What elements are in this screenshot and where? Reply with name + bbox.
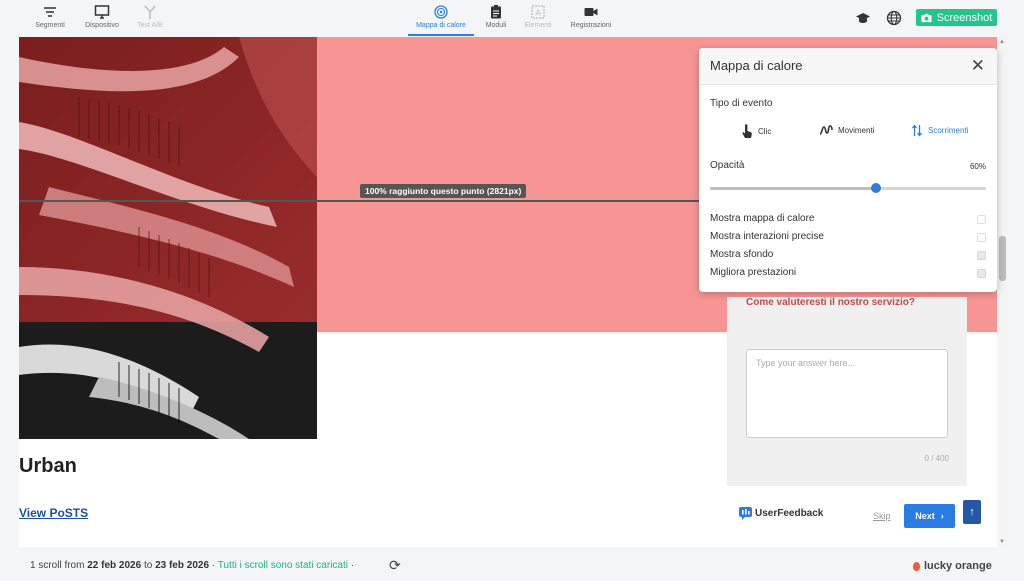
separator: · <box>350 560 355 571</box>
next-button[interactable]: Next › <box>904 504 955 528</box>
scrollbar-thumb[interactable] <box>999 236 1006 281</box>
interazioni-precise-checkbox[interactable] <box>977 233 986 242</box>
top-toolbar: Segmenti Dispositivo Test A/B Mappa di c… <box>0 0 1024 36</box>
opacity-slider-fill <box>710 187 876 190</box>
scroll-up-arrow-icon[interactable]: ▲ <box>999 39 1005 45</box>
date-to: 23 feb 2026 <box>155 560 210 571</box>
preview-scrollbar[interactable]: ▲ ▼ <box>997 37 1008 547</box>
screenshot-button[interactable]: Screenshot <box>916 9 997 26</box>
tool-segmenti[interactable]: Segmenti <box>30 0 70 36</box>
character-counter: 0 / 400 <box>924 454 949 463</box>
clipboard-icon <box>491 5 501 19</box>
opacity-label: Opacità <box>710 160 745 171</box>
graduation-cap-icon[interactable] <box>855 10 871 26</box>
separator: · <box>211 560 216 571</box>
load-status: Tutti i scroll sono stati caricati <box>217 560 348 571</box>
to-word: to <box>143 560 153 571</box>
split-icon <box>144 5 156 19</box>
panel-title: Mappa di calore <box>710 58 803 73</box>
opacity-slider-handle[interactable] <box>870 183 881 193</box>
userfeedback-brand: UserFeedback <box>755 508 824 519</box>
globe-icon[interactable] <box>886 10 902 26</box>
survey-footer: UserFeedback Skip Next › <box>727 486 967 547</box>
svg-text:A: A <box>535 9 541 18</box>
scroll-to-top-button[interactable]: ↑ <box>963 500 981 524</box>
lucky-orange-brand: lucky orange <box>924 560 992 572</box>
event-option-clic[interactable]: Clic <box>741 124 771 139</box>
userfeedback-icon <box>739 507 752 520</box>
element-icon: A <box>531 5 545 19</box>
tool-label: Moduli <box>485 22 507 29</box>
tool-label: Registrazioni <box>570 22 612 29</box>
skip-button[interactable]: Skip <box>873 511 891 521</box>
monitor-icon <box>94 5 110 19</box>
option-mostra-sfondo: Mostra sfondo <box>710 249 774 260</box>
heatmap-icon <box>434 5 448 19</box>
survey-question: Come valuteresti il nostro servizio? <box>746 297 915 308</box>
camera-icon <box>584 8 598 16</box>
opacity-slider[interactable] <box>710 183 986 193</box>
tool-dispositivo[interactable]: Dispositivo <box>80 0 124 36</box>
option-mostra-mappa: Mostra mappa di calore <box>710 213 815 224</box>
event-type-label: Tipo di evento <box>710 98 773 109</box>
tool-label: Segmenti <box>35 22 65 29</box>
next-label: Next <box>915 511 935 521</box>
event-label: Scorrimenti <box>928 126 969 135</box>
arrow-up-icon: ↑ <box>969 506 975 518</box>
tool-mappa-di-calore[interactable]: Mappa di calore <box>408 0 474 36</box>
camera-icon <box>921 13 932 22</box>
tool-label: Test A/B <box>137 22 163 29</box>
screenshot-label: Screenshot <box>936 11 993 24</box>
event-label: Clic <box>758 127 772 136</box>
heatmap-settings-panel: Mappa di calore ✕ Tipo di evento Clic Mo… <box>699 48 997 292</box>
orange-icon <box>913 561 920 571</box>
event-option-movimenti[interactable]: Movimenti <box>819 124 874 136</box>
tool-label: Mappa di calore <box>416 22 466 29</box>
lucky-orange-logo: lucky orange <box>913 560 992 572</box>
opacity-value: 60% <box>969 162 986 171</box>
tool-test-ab[interactable]: Test A/B <box>134 0 166 36</box>
filter-icon <box>44 7 56 17</box>
scroll-down-arrow-icon[interactable]: ▼ <box>999 539 1005 545</box>
tool-label: Dispositivo <box>85 22 119 29</box>
migliora-prestazioni-checkbox[interactable] <box>977 269 986 278</box>
option-migliora-prestazioni: Migliora prestazioni <box>710 267 797 278</box>
tap-icon <box>742 124 752 138</box>
tool-elementi[interactable]: A Elementi <box>520 0 556 36</box>
mostra-sfondo-checkbox[interactable] <box>977 251 986 260</box>
feedback-widget: Come valuteresti il nostro servizio? Typ… <box>727 297 967 547</box>
scroll-summary: 1 scroll from 22 feb 2026 to 23 feb 2026… <box>30 560 354 571</box>
section-heading: Urban <box>19 455 77 477</box>
squiggle-icon <box>819 125 833 135</box>
event-option-scorrimenti[interactable]: Scorrimenti <box>911 124 968 137</box>
scroll-arrows-icon <box>911 124 923 137</box>
tool-moduli[interactable]: Moduli <box>482 0 510 36</box>
refresh-icon[interactable]: ⟳ <box>389 557 401 574</box>
tool-label: Elementi <box>524 22 552 29</box>
option-interazioni-precise: Mostra interazioni precise <box>710 231 824 242</box>
scroll-count: 1 scroll from <box>30 560 85 571</box>
mostra-mappa-checkbox[interactable] <box>977 215 986 224</box>
date-from: 22 feb 2026 <box>87 560 142 571</box>
status-bar: 1 scroll from 22 feb 2026 to 23 feb 2026… <box>0 551 1024 581</box>
panel-header: Mappa di calore ✕ <box>699 48 997 85</box>
chevron-right-icon: › <box>940 511 944 521</box>
tool-registrazioni[interactable]: Registrazioni <box>566 0 616 36</box>
scroll-depth-label: 100% raggiunto questo punto (2821px) <box>360 184 527 198</box>
staircase-photo <box>19 37 317 439</box>
close-icon[interactable]: ✕ <box>971 56 985 76</box>
event-label: Movimenti <box>838 125 875 135</box>
userfeedback-logo: UserFeedback <box>739 507 823 520</box>
view-posts-link[interactable]: View PoSTS <box>19 506 88 520</box>
answer-textarea[interactable]: Type your answer here... <box>746 349 948 438</box>
